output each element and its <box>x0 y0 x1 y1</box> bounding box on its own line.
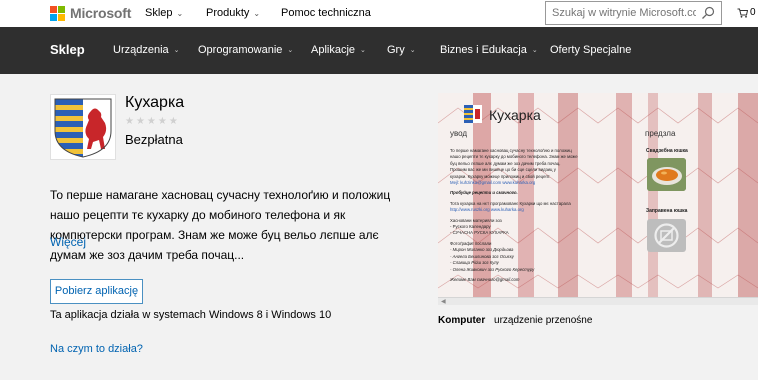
topnav-pomoc[interactable]: Pomoc techniczna <box>281 7 371 19</box>
chevron-down-icon: ⌄ <box>253 8 261 18</box>
app-title: Кухарка <box>125 94 185 111</box>
device-switcher: Komputer urządzenie przenośne <box>438 315 592 326</box>
cart-button[interactable]: 0 <box>737 7 756 18</box>
how-it-works-link[interactable]: Na czym to działa? <box>50 343 143 355</box>
soup-photo <box>647 158 686 191</box>
store-nav-urzadzenia[interactable]: Urządzenia ⌄ <box>113 44 180 56</box>
store-nav-biznes[interactable]: Biznes i Edukacja ⌄ <box>440 44 538 56</box>
search-input[interactable] <box>546 2 696 24</box>
app-screenshot[interactable]: Кухарка увод предзлa То перше намагане х… <box>438 93 758 305</box>
store-nav: Sklep Urządzenia ⌄ Oprogramowanie ⌄ Apli… <box>0 27 758 74</box>
app-logo-mini-icon <box>464 105 482 123</box>
more-link[interactable]: Więcej <box>50 235 86 249</box>
store-nav-oprogramowanie[interactable]: Oprogramowanie ⌄ <box>198 44 293 56</box>
device-tab-mobile[interactable]: urządzenie przenośne <box>494 315 592 326</box>
store-nav-label: Oprogramowanie <box>198 44 283 56</box>
chevron-down-icon: ⌄ <box>409 47 416 54</box>
cart-icon <box>737 8 748 18</box>
cart-count: 0 <box>750 7 756 18</box>
screenshot-caption: Заправена юшка <box>646 208 688 214</box>
search-box <box>545 1 722 25</box>
chevron-down-icon: ⌄ <box>176 8 184 18</box>
store-nav-label: Oferty Specjalne <box>550 44 632 56</box>
store-title[interactable]: Sklep <box>50 42 85 57</box>
topnav-sklep[interactable]: Sklep ⌄ <box>145 7 183 19</box>
store-nav-label: Urządzenia <box>113 44 169 56</box>
microsoft-wordmark: Microsoft <box>70 5 132 21</box>
platform-info: Ta aplikacja działa w systemach Windows … <box>50 309 332 321</box>
topnav-sklep-label: Sklep <box>145 7 173 19</box>
app-price: Bezpłatna <box>125 132 183 147</box>
screenshot-body: То перше намагане хасновац сучасну техно… <box>450 148 635 283</box>
topnav-pomoc-label: Pomoc techniczna <box>281 7 371 19</box>
scroll-left-icon[interactable]: ◀ <box>441 298 446 305</box>
screenshot-right-heading: предзлa <box>645 129 676 138</box>
store-nav-aplikacje[interactable]: Aplikacje ⌄ <box>311 44 366 56</box>
no-image-icon <box>654 223 679 248</box>
get-app-button[interactable]: Pobierz aplikację <box>50 279 143 304</box>
search-icon[interactable] <box>701 6 715 20</box>
topnav-produkty-label: Produkty <box>206 7 250 19</box>
microsoft-logo-icon <box>50 5 65 21</box>
store-nav-label: Gry <box>387 44 405 56</box>
chevron-down-icon: ⌄ <box>287 47 294 54</box>
store-nav-label: Biznes i Edukacja <box>440 44 527 56</box>
no-photo-placeholder <box>647 219 686 252</box>
chevron-down-icon: ⌄ <box>360 47 366 54</box>
microsoft-logo[interactable]: Microsoft <box>50 5 131 21</box>
app-icon <box>50 94 116 160</box>
store-nav-gry[interactable]: Gry ⌄ <box>387 44 416 56</box>
screenshot-footer-line: Желиме Вам смачного@gmail.com <box>450 276 520 282</box>
coat-of-arms-icon <box>54 98 112 158</box>
screenshot-caption: Свадзебна юшка <box>646 148 688 154</box>
screenshot-scrollbar[interactable]: ◀ <box>438 297 758 305</box>
device-tab-computer[interactable]: Komputer <box>438 315 485 326</box>
chevron-down-icon: ⌄ <box>531 47 538 54</box>
chevron-down-icon: ⌄ <box>173 47 180 54</box>
app-description: То перше намагане хасновац сучасну техно… <box>50 188 391 262</box>
soup-bowl-icon <box>647 158 686 191</box>
rating-stars: ★★★★★ <box>125 116 180 127</box>
screenshot-app-title: Кухарка <box>489 107 541 123</box>
topnav-produkty[interactable]: Produkty ⌄ <box>206 7 260 19</box>
store-nav-oferty[interactable]: Oferty Specjalne <box>550 44 631 56</box>
screenshot-left-heading: увод <box>450 129 468 138</box>
store-nav-label: Aplikacje <box>311 44 356 56</box>
top-bar: Microsoft Sklep ⌄ Produkty ⌄ Pomoc techn… <box>0 0 758 27</box>
